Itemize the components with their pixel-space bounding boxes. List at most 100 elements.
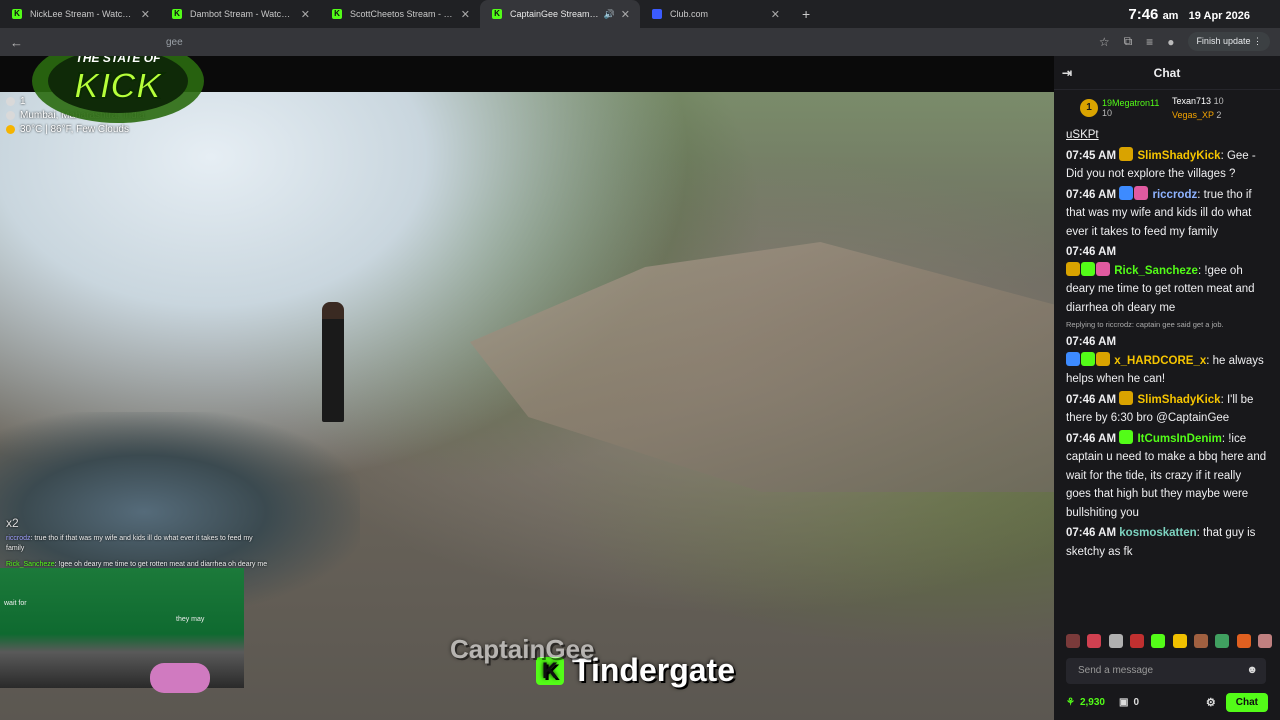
chat-input-placeholder: Send a message: [1078, 665, 1154, 676]
tab-title: ScottCheetos Stream - Watch Live on Kick: [350, 9, 455, 19]
stream-caption: CaptainGee K Tindergate: [450, 634, 735, 689]
address-bar: ← gee ☆ ⧉ ≡ ● Finish update ⋮: [0, 28, 1280, 56]
close-icon[interactable]: ✕: [141, 8, 150, 21]
chat-username[interactable]: kosmoskatten: [1119, 527, 1196, 539]
tab-title: Club.com: [670, 9, 709, 19]
badge-icon: [1081, 261, 1095, 276]
reply-context: Replying to riccrodz: captain gee said g…: [1066, 320, 1224, 329]
tab-nicklee[interactable]: K NickLee Stream - Watch Live on Kick ✕: [0, 0, 160, 28]
chat-message: uSKPt: [1066, 129, 1099, 141]
channel-points[interactable]: 2,930: [1080, 697, 1105, 708]
emote-icon[interactable]: [1108, 634, 1123, 648]
tab-title: Dambot Stream - Watch Live on Kick: [190, 9, 295, 19]
gold-medal-icon: 1: [1080, 99, 1098, 117]
leader-3[interactable]: Vegas_XP 2: [1172, 110, 1221, 120]
chat-message: 07:46 AM SlimShadyKick: I'll be there by…: [1066, 390, 1268, 428]
tab-dambot[interactable]: K Dambot Stream - Watch Live on Kick ✕: [160, 0, 320, 28]
leader-count: 10: [1102, 108, 1113, 118]
back-arrow-icon[interactable]: ←: [10, 35, 26, 50]
close-icon[interactable]: ✕: [461, 8, 470, 21]
url-field[interactable]: gee: [166, 37, 183, 48]
badge-icon: [1081, 351, 1095, 366]
leader-2[interactable]: Texan713 10: [1172, 96, 1224, 106]
emote-icon[interactable]: [1066, 634, 1080, 648]
emote-icon[interactable]: [1257, 634, 1272, 648]
chat-footer: ⚘ 2,930 ▣ 0 ⚙ Chat: [1066, 692, 1268, 712]
emote-icon[interactable]: [1193, 634, 1208, 648]
finish-update-button[interactable]: Finish update ⋮: [1188, 32, 1270, 51]
emote-icon[interactable]: [1215, 634, 1230, 648]
chat-message: 07:46 AM kosmoskatten: that guy is sketc…: [1066, 524, 1268, 561]
emote-icon[interactable]: [1087, 634, 1102, 648]
subscriber-badge-icon: [1119, 146, 1134, 161]
message-time: 07:46 AM: [1066, 188, 1117, 201]
chat-panel: ⇥ Chat 1 19Megatron11 10 Texan713 10 Veg…: [1054, 56, 1280, 720]
chat-title: Chat: [1153, 65, 1181, 80]
kick-favicon-icon: K: [492, 9, 502, 19]
stream-chat-overlay: x2 riccrodz: true tho if that was my wif…: [6, 516, 268, 568]
leader-count: 10: [1213, 96, 1224, 106]
gift-icon[interactable]: ▣: [1119, 697, 1128, 708]
chat-username[interactable]: SlimShadyKick: [1137, 150, 1220, 162]
chat-message-input[interactable]: Send a message ☻: [1066, 658, 1266, 684]
bookmark-star-icon[interactable]: ☆: [1099, 35, 1110, 49]
message-time: 07:46 AM: [1066, 527, 1117, 539]
badge-icon: [1096, 351, 1110, 366]
chat-username[interactable]: Rick_Sancheze: [1114, 265, 1198, 277]
chat-username[interactable]: ItCumsInDenim: [1137, 433, 1221, 445]
emote-icon[interactable]: [1151, 634, 1166, 648]
chat-message-list[interactable]: uSKPt 07:45 AM SlimShadyKick: Gee - Did …: [1054, 126, 1280, 626]
collapse-chat-icon[interactable]: ⇥: [1062, 66, 1072, 80]
chat-message: 07:46 AM Rick_Sancheze: !gee oh deary me…: [1066, 243, 1268, 317]
close-icon[interactable]: ✕: [771, 8, 780, 21]
chat-message: 07:46 AM x_HARDCORE_x: he always helps w…: [1066, 333, 1268, 389]
chat-username[interactable]: x_HARDCORE_x: [1114, 355, 1206, 367]
emoji-picker-icon[interactable]: ☻: [1246, 664, 1258, 676]
state-of-kick-logo: THE STATE OF KICK: [32, 56, 204, 123]
clock-date: 19 Apr 2026: [1188, 10, 1250, 22]
tab-title: NickLee Stream - Watch Live on Kick: [30, 9, 135, 19]
leader-1[interactable]: 1 19Megatron11 10: [1080, 98, 1159, 118]
reading-list-icon[interactable]: ≡: [1146, 35, 1153, 49]
message-time: 07:45 AM: [1066, 149, 1117, 162]
emote-bar: [1066, 634, 1272, 648]
logo-text-top: THE STATE OF: [76, 56, 162, 65]
leader-name: Vegas_XP: [1172, 110, 1214, 120]
crown-badge-icon: [1066, 261, 1080, 276]
browser-tab-bar: K NickLee Stream - Watch Live on Kick ✕ …: [0, 0, 1280, 28]
tab-captaingee[interactable]: K CaptainGee Stream - Watch Live on Kick…: [480, 0, 640, 28]
leader-name: Texan713: [1172, 96, 1212, 106]
extensions-icon[interactable]: ⧉: [1124, 34, 1133, 49]
emote-icon[interactable]: [1236, 634, 1251, 648]
kick-badge-icon: [1119, 429, 1134, 444]
tab-scottcheetos[interactable]: K ScottCheetos Stream - Watch Live on Ki…: [320, 0, 480, 28]
stone-wall: [470, 242, 1054, 492]
new-tab-icon[interactable]: +: [802, 6, 810, 22]
chat-username[interactable]: riccrodz: [1152, 189, 1197, 201]
stream-player[interactable]: 1 Mumbai, Maharashtra, India 30°C | 86°F…: [0, 56, 1054, 720]
webcam-text: they may: [176, 616, 205, 623]
close-icon[interactable]: ✕: [301, 8, 310, 21]
close-icon[interactable]: ✕: [621, 8, 630, 21]
clock-overlay: 7:46 am 19 Apr 2026: [1128, 6, 1250, 23]
kick-favicon-icon: K: [332, 9, 342, 19]
kick-favicon-icon: K: [12, 9, 22, 19]
tab-club[interactable]: Club.com ✕: [640, 0, 790, 28]
emote-icon[interactable]: [1172, 634, 1187, 648]
profile-avatar-icon[interactable]: ●: [1167, 35, 1174, 49]
kick-favicon-icon: K: [172, 9, 182, 19]
emote-icon[interactable]: [1129, 634, 1144, 648]
send-chat-button[interactable]: Chat: [1225, 692, 1268, 712]
chat-username[interactable]: SlimShadyKick: [1137, 394, 1220, 406]
clock-time: 7:46: [1128, 6, 1159, 23]
speaker-icon[interactable]: 🔊: [604, 9, 615, 20]
gear-icon[interactable]: ⚙: [1206, 696, 1216, 709]
chat-message: 07:46 AM riccrodz: true tho if that was …: [1066, 185, 1268, 242]
club-favicon-icon: [652, 9, 662, 19]
badge-icon: [1119, 185, 1134, 200]
overlay-username: riccrodz: [6, 535, 31, 542]
logo-text-main: KICK: [74, 65, 165, 106]
leader-name: 19Megatron11: [1102, 98, 1160, 108]
webcam-overlay: wait for they may: [0, 568, 244, 693]
points-icon[interactable]: ⚘: [1066, 697, 1075, 708]
